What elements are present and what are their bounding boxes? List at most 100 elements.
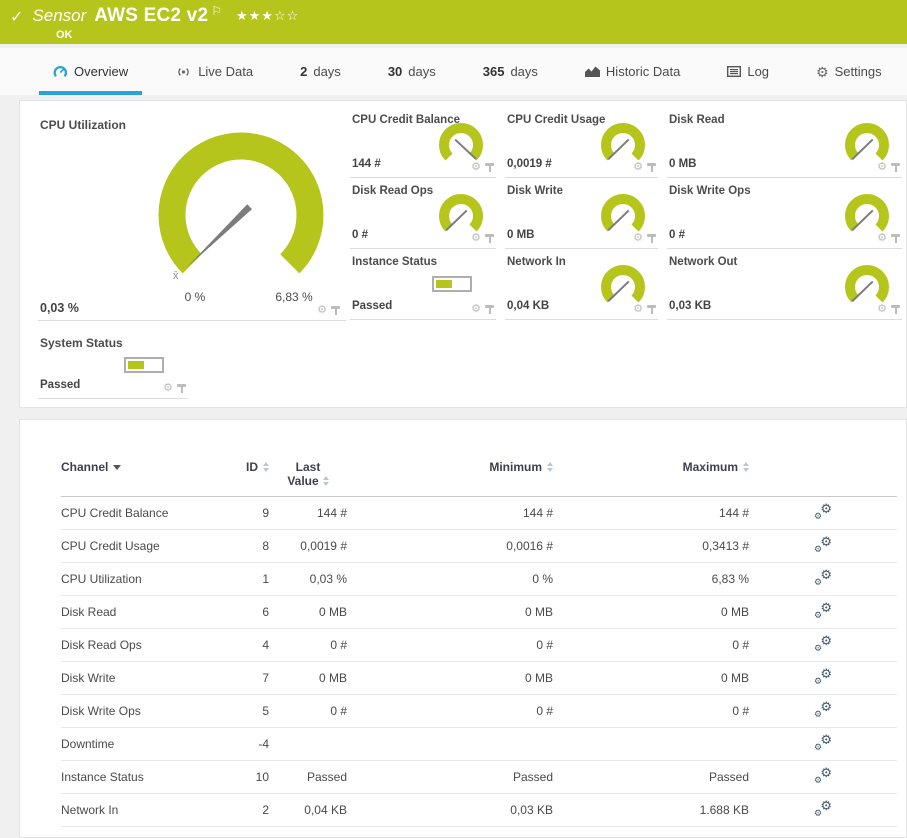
table-row: Downtime -4 ⚙ ⚙ (61, 728, 897, 761)
pin-icon[interactable] (485, 234, 494, 243)
channel-settings-gears-icon[interactable]: ⚙ ⚙ (814, 732, 832, 752)
gauge-title: Disk Read (669, 114, 725, 126)
tab-label: Live Data (198, 64, 254, 79)
tab-label: Overview (74, 64, 129, 79)
mini-panel-network-in: Network In 0,04 KB ⚙ (505, 249, 658, 320)
gauge-title: Disk Write Ops (669, 185, 751, 197)
star-rating[interactable]: ★★★☆☆ (236, 8, 299, 24)
pin-icon[interactable] (485, 305, 494, 314)
tab-label: Settings (834, 64, 882, 79)
last-value-cell: 0,04 KB (304, 803, 347, 817)
gauge-value: 0 # (352, 229, 368, 241)
gear-icon[interactable]: ⚙ (633, 233, 643, 244)
column-header-id[interactable]: ID (246, 460, 269, 474)
tab-label: days (313, 64, 341, 79)
gear-icon[interactable]: ⚙ (471, 304, 481, 315)
column-header-last-value[interactable]: Last Value (287, 460, 329, 488)
minimum-cell: 0 # (536, 704, 553, 718)
tab-log[interactable]: Log (722, 48, 774, 95)
minimum-cell: Passed (512, 770, 553, 784)
gauge-value: 0,04 KB (507, 300, 550, 312)
pin-icon[interactable] (647, 163, 656, 172)
gear-icon[interactable]: ⚙ (471, 162, 481, 173)
column-label: Value (287, 474, 319, 488)
tab-label: days (510, 64, 538, 79)
tab-settings[interactable]: ⚙ Settings (811, 48, 887, 95)
priority-flag-icon[interactable]: ⚐ (211, 4, 222, 18)
gear-icon[interactable]: ⚙ (471, 233, 481, 244)
tab-overview[interactable]: Overview (38, 48, 143, 95)
table-row: CPU Credit Balance 9 144 # 144 # 144 # ⚙… (61, 497, 897, 530)
minimum-cell: 0 % (532, 572, 553, 586)
channel-name-cell: Disk Write Ops (61, 704, 141, 718)
tab-label: days (408, 64, 436, 79)
log-icon (727, 66, 742, 77)
minimum-cell: 0 # (536, 638, 553, 652)
channel-name-cell: Disk Write (61, 671, 116, 685)
channel-settings-gears-icon[interactable]: ⚙ ⚙ (814, 666, 832, 686)
pin-icon[interactable] (331, 306, 340, 315)
channel-settings-gears-icon[interactable]: ⚙ ⚙ (814, 798, 832, 818)
pin-icon[interactable] (485, 163, 494, 172)
average-marker: x̄ (173, 270, 179, 282)
gear-icon[interactable]: ⚙ (877, 304, 887, 315)
table-row: CPU Utilization 1 0,03 % 0 % 6,83 % ⚙ ⚙ (61, 563, 897, 596)
minimum-cell: 0 MB (524, 605, 553, 619)
channel-settings-gears-icon[interactable]: ⚙ ⚙ (814, 567, 832, 587)
id-cell: 5 (262, 704, 269, 718)
tab-historic-data[interactable]: Historic Data (580, 48, 685, 95)
id-cell: 10 (255, 770, 269, 784)
gear-icon[interactable]: ⚙ (877, 233, 887, 244)
gear-icon[interactable]: ⚙ (877, 162, 887, 173)
last-value-cell: 144 # (316, 506, 347, 520)
channel-settings-gears-icon[interactable]: ⚙ ⚙ (814, 633, 832, 653)
channel-settings-gears-icon[interactable]: ⚙ ⚙ (814, 765, 832, 785)
pin-icon[interactable] (177, 384, 186, 393)
tab-live-data[interactable]: Live Data (170, 48, 258, 95)
tab-2-days[interactable]: 2 days (295, 48, 346, 95)
column-label: Minimum (489, 460, 542, 474)
maximum-cell: 0,3413 # (702, 539, 749, 553)
id-cell: 1 (262, 572, 269, 586)
tab-30-days[interactable]: 30 days (383, 48, 441, 95)
channel-settings-gears-icon[interactable]: ⚙ ⚙ (814, 600, 832, 620)
pin-icon[interactable] (891, 234, 900, 243)
last-value-cell: 0,03 % (309, 572, 347, 586)
gear-icon[interactable]: ⚙ (633, 162, 643, 173)
tab-label-number: 2 (300, 64, 308, 79)
channel-settings-gears-icon[interactable]: ⚙ ⚙ (814, 501, 832, 521)
minimum-cell: 0,03 KB (510, 803, 553, 817)
mini-panel-system-status: System Status Passed ⚙ (38, 329, 188, 399)
minimum-cell: 0 MB (524, 671, 553, 685)
gear-icon[interactable]: ⚙ (163, 383, 173, 394)
gear-icon[interactable]: ⚙ (633, 304, 643, 315)
channel-name-cell: Downtime (61, 737, 115, 751)
gauge-title: CPU Utilization (40, 118, 126, 132)
column-header-maximum[interactable]: Maximum (683, 460, 749, 474)
minimum-cell: 144 # (522, 506, 553, 520)
last-value-cell: 0 MB (318, 671, 347, 685)
gauge-title: Instance Status (352, 256, 437, 268)
pin-icon[interactable] (891, 163, 900, 172)
column-header-minimum[interactable]: Minimum (489, 460, 553, 474)
column-header-channel[interactable]: Channel (61, 460, 122, 474)
status-bar-indicator (432, 276, 472, 292)
channel-table: Channel ID Last Value Minimum Maximum CP… (61, 460, 897, 827)
tab-label-number: 30 (387, 64, 403, 79)
tab-365-days[interactable]: 365 days (478, 48, 543, 95)
last-value-cell: 0 MB (318, 605, 347, 619)
sort-desc-icon (113, 464, 122, 470)
object-kind-label: Sensor (32, 6, 87, 25)
gauge-value: 144 # (352, 158, 381, 170)
table-header-row: Channel ID Last Value Minimum Maximum (61, 460, 897, 497)
channel-settings-gears-icon[interactable]: ⚙ ⚙ (814, 534, 832, 554)
id-cell: 4 (262, 638, 269, 652)
pin-icon[interactable] (647, 305, 656, 314)
channel-settings-gears-icon[interactable]: ⚙ ⚙ (814, 699, 832, 719)
gauge-max-label: 6,83 % (275, 290, 313, 304)
pin-icon[interactable] (891, 305, 900, 314)
pin-icon[interactable] (647, 234, 656, 243)
maximum-cell: 1.688 KB (699, 803, 749, 817)
maximum-cell: 0 # (732, 704, 749, 718)
gear-icon[interactable]: ⚙ (317, 305, 327, 316)
